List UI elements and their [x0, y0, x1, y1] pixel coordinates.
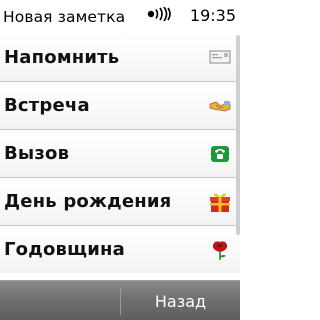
- list-item-anniversary[interactable]: Годовщина: [0, 225, 240, 273]
- list-item-remind[interactable]: Напомнить: [0, 33, 240, 81]
- softkey-bar: Назад: [0, 280, 240, 320]
- list-item-label: Вызов: [4, 143, 70, 164]
- clock-time: 19:35: [189, 6, 236, 25]
- list-item-label: Годовщина: [4, 239, 126, 260]
- list-item-label: Напомнить: [4, 46, 120, 68]
- list-item-call[interactable]: Вызов: [0, 129, 240, 177]
- app-title: Новая заметка: [3, 7, 126, 26]
- list-item-meeting[interactable]: Встреча: [0, 81, 240, 129]
- status-bar: Новая заметка 19:35: [0, 0, 240, 33]
- list-item-birthday[interactable]: День рождения: [0, 177, 240, 225]
- rose-icon: [212, 241, 228, 260]
- envelope-icon: [209, 50, 231, 64]
- handshake-icon: [209, 101, 231, 112]
- back-button-label: Назад: [154, 291, 207, 311]
- back-button[interactable]: Назад: [121, 281, 240, 320]
- phone-icon: [211, 146, 229, 162]
- list-item-label: Встреча: [4, 95, 90, 116]
- list-item-label: День рождения: [4, 191, 172, 212]
- note-type-list: Напомнить Встреча Вызов День рождения Го…: [0, 33, 240, 274]
- gift-icon: [210, 193, 230, 212]
- left-softkey[interactable]: [0, 281, 119, 320]
- scrollbar[interactable]: [236, 35, 240, 235]
- broadcast-signal-icon: [147, 7, 171, 21]
